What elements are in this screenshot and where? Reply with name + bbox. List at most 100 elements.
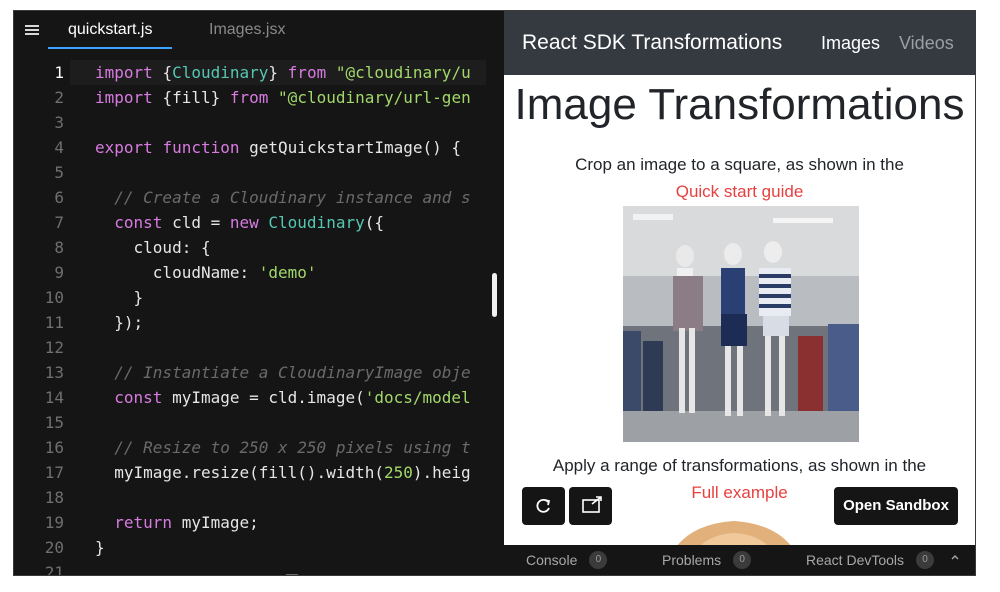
react-devtools-tab[interactable]: React DevTools 0 (806, 545, 935, 575)
code-line[interactable]: 17 myImage.resize(fill().width(250).heig (14, 460, 486, 485)
line-number: 5 (54, 163, 64, 182)
code-token: // Create a Cloudinary instance and s (95, 188, 471, 207)
code-token: { (162, 63, 173, 82)
nav-link-images[interactable]: Images (821, 33, 880, 54)
code-token: } (95, 288, 144, 307)
code-line[interactable]: 4 export function getQuickstartImage() { (14, 135, 486, 160)
line-number: 21 (44, 563, 64, 575)
code-token: cld = (172, 213, 230, 232)
code-line[interactable]: 20} (14, 535, 486, 560)
code-line[interactable]: 7 const cld = new Cloudinary({ (14, 210, 486, 235)
code-token: import (95, 63, 163, 82)
problems-count-badge: 0 (733, 551, 752, 570)
code-line[interactable]: 12 (14, 335, 486, 360)
code-line[interactable]: 14 const myImage = cld.image('docs/model (14, 385, 486, 410)
crop-description: Crop an image to a square, as shown in t… (575, 155, 904, 174)
code-text: import {fill} from "@cloudinary/url-gen (95, 85, 471, 110)
code-line[interactable]: 11 }); (14, 310, 486, 335)
code-token: myImage; (181, 513, 259, 532)
partial-image (677, 521, 791, 545)
code-token: {fill} (162, 88, 230, 107)
code-line[interactable]: 16 // Resize to 250 x 250 pixels using t (14, 435, 486, 460)
code-token: ).heig (412, 463, 471, 482)
code-text: return myImage; (95, 510, 259, 535)
code-line[interactable]: 18 (14, 485, 486, 510)
code-line[interactable]: 10 } (14, 285, 486, 310)
preview-content: Image Transformations Crop an image to a… (504, 75, 975, 545)
code-token: }); (95, 313, 144, 332)
code-line[interactable]: 6 // Create a Cloudinary instance and s (14, 185, 486, 210)
line-number: 13 (44, 363, 64, 382)
line-number: 3 (54, 113, 64, 132)
code-token: getQuickstartImage() { (249, 138, 462, 157)
code-token: myImage = cld.image( (172, 388, 365, 407)
tab-images-jsx[interactable]: Images.jsx (189, 11, 305, 49)
preview-pane: React SDK Transformations Images Videos … (504, 11, 975, 575)
code-text: myImage.resize(fill().width(250).heig (95, 460, 471, 485)
cropped-mannequins-image (623, 206, 859, 442)
code-token: new (229, 213, 269, 232)
mannequins-illustration (623, 206, 859, 442)
problems-tab[interactable]: Problems 0 (662, 545, 752, 575)
code-line[interactable]: 5 (14, 160, 486, 185)
refresh-button[interactable] (522, 487, 565, 525)
problems-label: Problems (662, 552, 722, 568)
code-token: from (229, 88, 279, 107)
code-token: function (162, 138, 250, 157)
line-number: 16 (44, 438, 64, 457)
sandbox-frame: quickstart.js Images.jsx 1 import {Cloudi… (13, 10, 976, 576)
line-number: 14 (44, 388, 64, 407)
code-token: import (95, 88, 163, 107)
code-text: cloudName: 'demo' (95, 260, 317, 285)
code-area[interactable]: 1 import {Cloudinary} from "@cloudinary/u… (14, 49, 486, 575)
code-token: Cloudinary (172, 63, 269, 82)
tab-quickstart-js[interactable]: quickstart.js (48, 11, 173, 49)
code-text: // Instantiate a CloudinaryImage obje (95, 360, 470, 385)
code-line[interactable]: 21 (14, 560, 486, 575)
code-line[interactable]: 9 cloudName: 'demo' (14, 260, 486, 285)
devtools-bar: Console 0 Problems 0 React DevTools 0 (504, 545, 975, 575)
horizontal-scrollbar[interactable] (286, 574, 298, 575)
resize-handle[interactable] (492, 273, 497, 317)
code-line[interactable]: 19 return myImage; (14, 510, 486, 535)
code-editor-pane: quickstart.js Images.jsx 1 import {Cloudi… (14, 11, 486, 575)
nav-link-videos[interactable]: Videos (899, 33, 954, 54)
line-number: 12 (44, 338, 64, 357)
line-number: 17 (44, 463, 64, 482)
code-token: return (114, 513, 182, 532)
code-line[interactable]: 1 import {Cloudinary} from "@cloudinary/u (14, 60, 486, 85)
code-text: } (95, 535, 105, 560)
code-token: } (268, 63, 288, 82)
open-sandbox-button[interactable]: Open Sandbox (834, 487, 958, 525)
open-external-icon (582, 496, 602, 513)
open-external-button[interactable] (569, 487, 612, 525)
line-number: 4 (54, 138, 64, 157)
quick-start-guide-link[interactable]: Quick start guide (504, 182, 975, 202)
code-token: // Resize to 250 x 250 pixels using t (95, 438, 471, 457)
chevron-up-icon[interactable] (951, 553, 959, 561)
code-line[interactable]: 2 import {fill} from "@cloudinary/url-gen (14, 85, 486, 110)
code-token: 'demo' (258, 263, 317, 282)
code-line[interactable]: 13 // Instantiate a CloudinaryImage obje (14, 360, 486, 385)
hamburger-icon[interactable] (25, 25, 39, 35)
navbar-brand[interactable]: React SDK Transformations (522, 31, 782, 55)
preview-navbar: React SDK Transformations Images Videos (504, 11, 975, 75)
code-token: "@cloudinary/u (335, 63, 471, 82)
console-tab[interactable]: Console 0 (526, 545, 608, 575)
code-token: myImage.resize(fill().width( (95, 463, 384, 482)
refresh-icon (536, 498, 551, 513)
code-line[interactable]: 8 cloud: { (14, 235, 486, 260)
line-number: 18 (44, 488, 64, 507)
react-devtools-label: React DevTools (806, 552, 905, 568)
code-token: cloud: { (95, 238, 211, 257)
line-number: 1 (54, 63, 64, 82)
code-text: const myImage = cld.image('docs/model (95, 385, 470, 410)
line-number: 6 (54, 188, 64, 207)
console-count-badge: 0 (589, 551, 608, 570)
code-line[interactable]: 15 (14, 410, 486, 435)
code-text: cloud: { (95, 235, 211, 260)
transformations-description: Apply a range of transformations, as sho… (552, 456, 927, 475)
code-line[interactable]: 3 (14, 110, 486, 135)
line-number: 8 (54, 238, 64, 257)
